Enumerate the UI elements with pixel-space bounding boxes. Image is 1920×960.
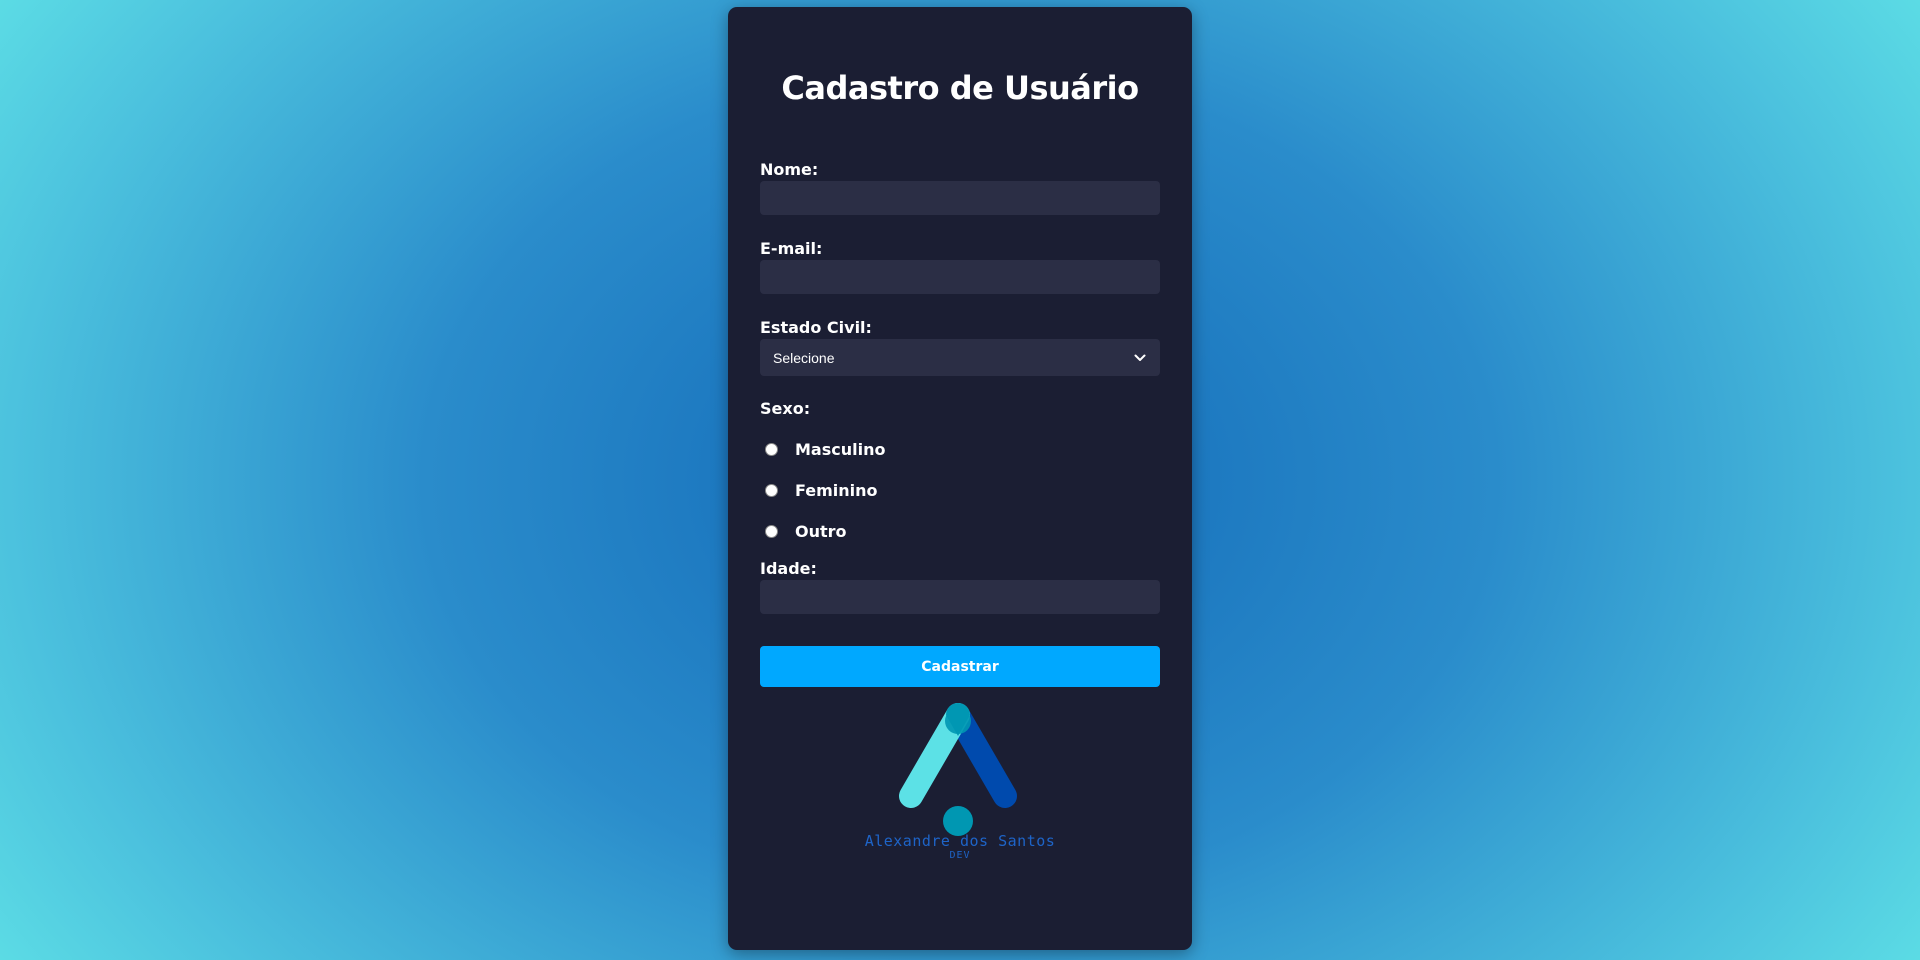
radio-outro[interactable] [765, 525, 778, 538]
radio-masculino[interactable] [765, 443, 778, 456]
page-title: Cadastro de Usuário [781, 69, 1139, 107]
estado-civil-label: Estado Civil: [760, 318, 872, 337]
nome-input[interactable] [760, 181, 1160, 215]
radio-label-outro: Outro [795, 522, 847, 541]
logo-subtitle: DEV [949, 850, 971, 861]
chevron-down-icon [1133, 351, 1147, 365]
estado-civil-selected-value: Selecione [773, 349, 835, 366]
sexo-label: Sexo: [760, 399, 811, 418]
sexo-option-outro[interactable]: Outro [765, 522, 847, 541]
logo-name: Alexandre dos Santos [864, 832, 1056, 850]
radio-label-masculino: Masculino [795, 440, 886, 459]
radio-feminino[interactable] [765, 484, 778, 497]
sexo-option-feminino[interactable]: Feminino [765, 481, 878, 500]
nome-label: Nome: [760, 160, 819, 179]
idade-input[interactable] [760, 580, 1160, 614]
cadastrar-button[interactable]: Cadastrar [760, 646, 1160, 687]
estado-civil-select[interactable]: Selecione [760, 339, 1160, 376]
sexo-option-masculino[interactable]: Masculino [765, 440, 885, 459]
radio-label-feminino: Feminino [795, 481, 878, 500]
email-input[interactable] [760, 260, 1160, 294]
email-label: E-mail: [760, 239, 823, 258]
idade-label: Idade: [760, 559, 817, 578]
registration-card: Cadastro de Usuário Nome: E-mail: Estado… [728, 7, 1192, 950]
